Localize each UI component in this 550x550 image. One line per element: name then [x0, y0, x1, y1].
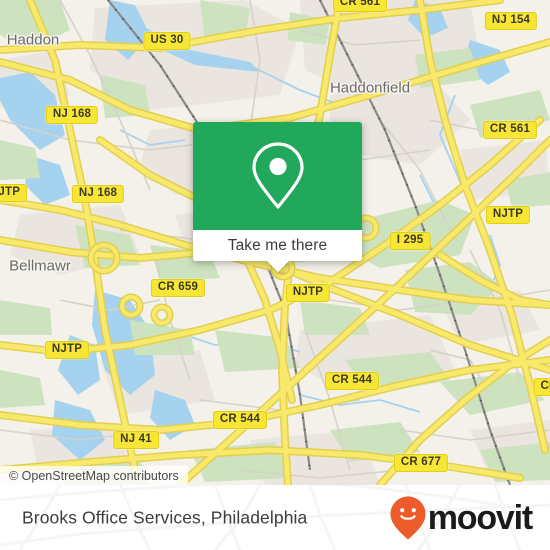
osm-attribution[interactable]: © OpenStreetMap contributors	[0, 466, 188, 485]
road-shield: NJTP	[0, 184, 28, 202]
road-shield: CR 677	[393, 454, 449, 472]
place-label: Haddonfield	[329, 79, 411, 97]
popup-action-area[interactable]: Take me there	[193, 230, 362, 272]
road-shield: CR 659	[150, 279, 206, 297]
road-shield: US 30	[143, 32, 191, 50]
road-shield: NJ 41	[113, 431, 159, 449]
road-shield: CR 544	[212, 411, 268, 429]
road-shield: NJTP	[285, 284, 331, 302]
take-me-there-label: Take me there	[227, 236, 328, 254]
map-viewport[interactable]: Haddon Haddonfield Bellmawr CR 561 NJ 15…	[0, 0, 550, 485]
popup-tail-pointer	[266, 261, 289, 272]
location-popup-card[interactable]: Take me there	[193, 122, 362, 272]
road-shield: CR 561	[482, 121, 538, 139]
road-shield: NJ 168	[45, 106, 99, 124]
moovit-smiley-pin-icon	[390, 496, 426, 539]
place-label: Haddon	[6, 31, 60, 49]
road-shield: CR 544	[324, 372, 380, 390]
footer-bar: Brooks Office Services, Philadelphia moo…	[0, 485, 550, 550]
road-shield: NJ 154	[484, 12, 538, 30]
place-label: Bellmawr	[9, 257, 71, 275]
road-shield: CR	[533, 378, 550, 396]
road-shield: NJ 168	[71, 185, 125, 203]
location-title: Brooks Office Services, Philadelphia	[22, 507, 308, 527]
road-shield: NJTP	[44, 341, 90, 359]
popup-icon-area	[193, 122, 362, 230]
map-pin-icon	[251, 142, 304, 209]
road-shield: CR 561	[332, 0, 388, 12]
road-shield: I 295	[389, 232, 431, 250]
road-shield: NJTP	[485, 206, 531, 224]
moovit-wordmark: moovit	[427, 498, 533, 537]
moovit-logo[interactable]: moovit	[390, 496, 533, 540]
moovit-location-map-page: Haddon Haddonfield Bellmawr CR 561 NJ 15…	[0, 0, 550, 550]
